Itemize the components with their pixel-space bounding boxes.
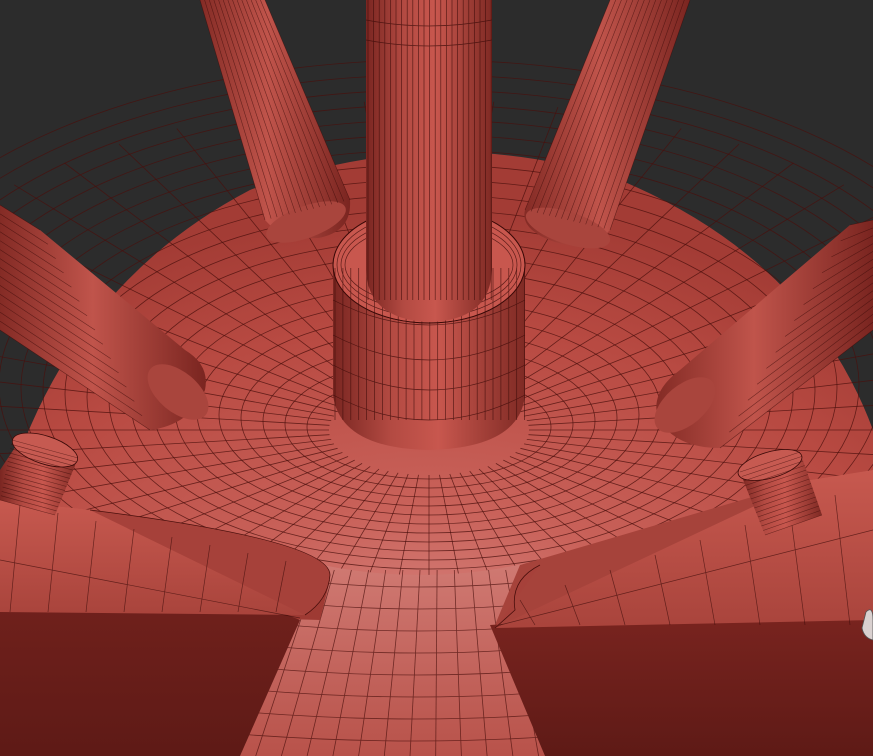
- 3d-viewport[interactable]: [0, 0, 873, 756]
- viewport-canvas[interactable]: [0, 0, 873, 756]
- central-pole[interactable]: [365, 0, 493, 322]
